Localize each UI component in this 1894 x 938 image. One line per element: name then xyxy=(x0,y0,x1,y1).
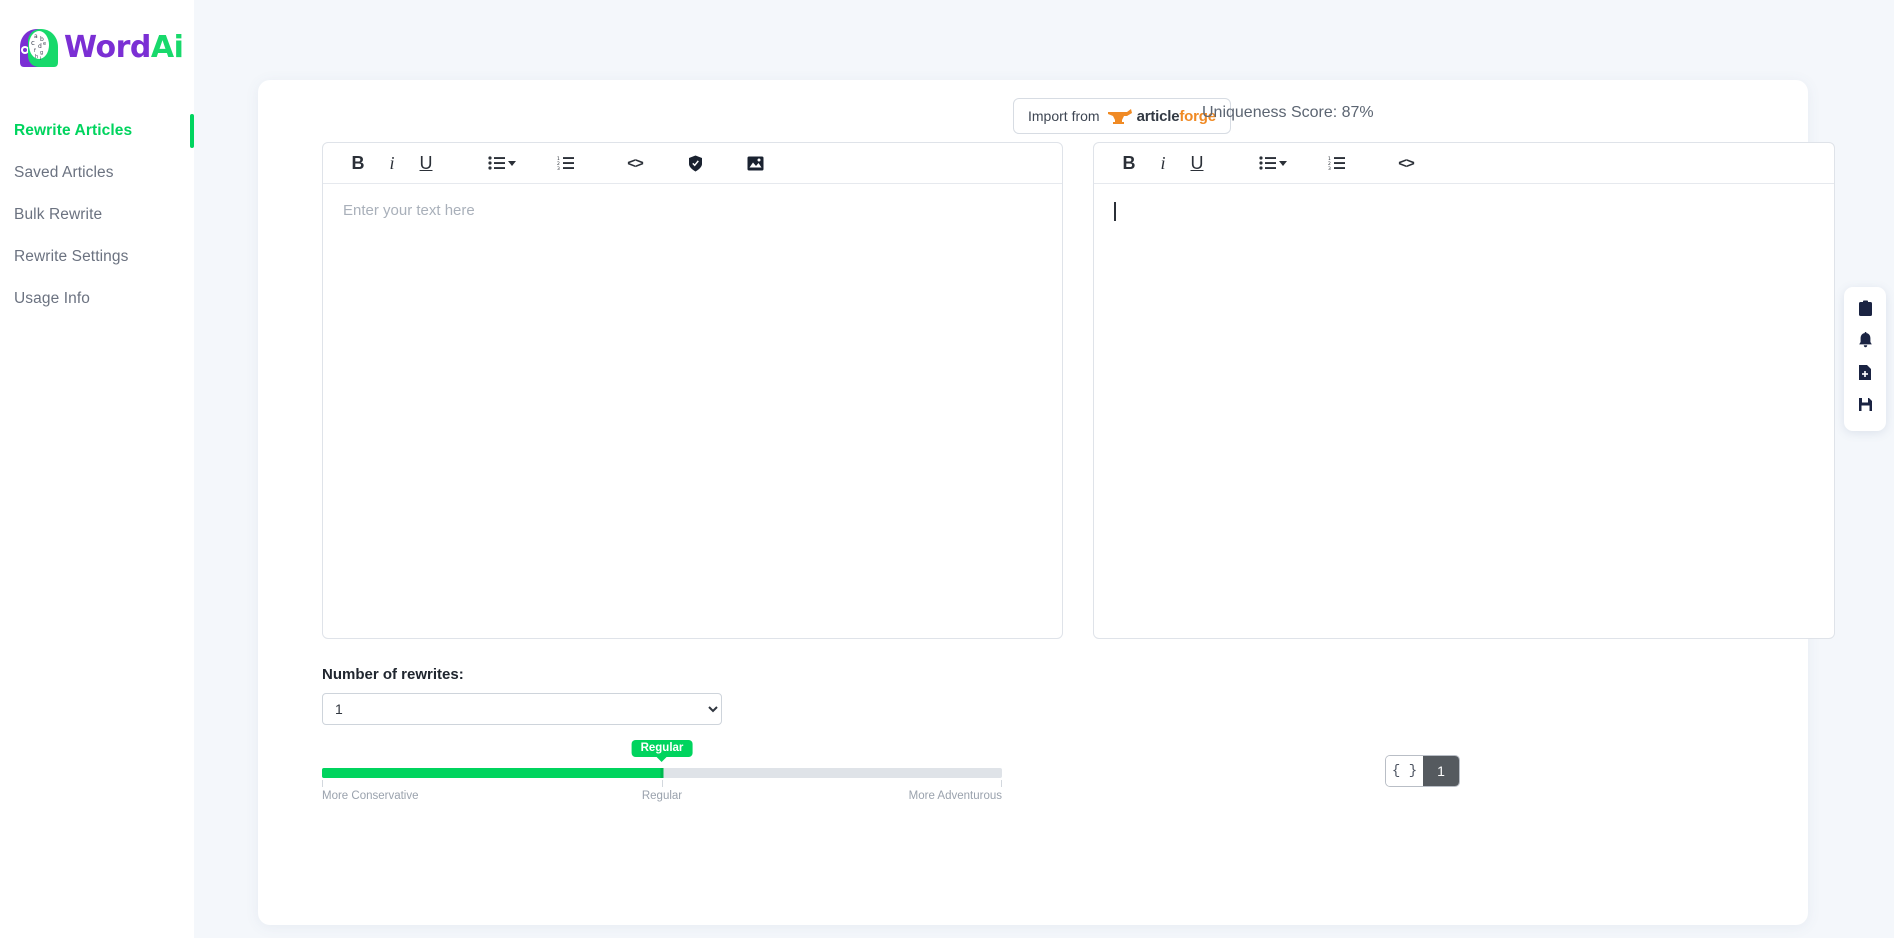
brand-ai: Ai xyxy=(150,30,184,65)
active-indicator xyxy=(190,114,194,148)
slider-tick xyxy=(662,780,663,787)
number-of-rewrites-label: Number of rewrites: xyxy=(322,666,464,683)
notifications-button[interactable] xyxy=(1844,327,1886,359)
numbered-list-icon[interactable]: 1 2 3 xyxy=(1319,148,1353,178)
sidebar-item-saved-articles[interactable]: Saved Articles xyxy=(0,152,194,194)
slider-tick xyxy=(1001,780,1002,787)
slider-tick xyxy=(322,780,323,787)
underline-icon[interactable]: U xyxy=(409,148,443,178)
chevron-down-icon[interactable] xyxy=(1279,160,1287,166)
chevron-down-icon[interactable] xyxy=(508,160,516,166)
sidebar-item-label: Usage Info xyxy=(14,290,90,307)
svg-text:e: e xyxy=(43,41,46,47)
save-icon xyxy=(1858,397,1873,417)
brand-logo[interactable]: a b c d e f g h i WordAi xyxy=(0,0,194,74)
panel-header: Import from articleforge Uniqueness Scor… xyxy=(258,98,1808,140)
svg-text:c: c xyxy=(31,39,35,47)
bold-icon[interactable]: B xyxy=(1112,148,1146,178)
sidebar-nav: Rewrite Articles Saved Articles Bulk Rew… xyxy=(0,110,194,320)
pager-page-1-button[interactable]: 1 xyxy=(1423,756,1459,786)
svg-text:d: d xyxy=(38,43,42,50)
sidebar-item-rewrite-articles[interactable]: Rewrite Articles xyxy=(0,110,194,152)
brand-wordmark: WordAi xyxy=(64,30,184,65)
output-editor: B i U 1 2 3 <> xyxy=(1093,142,1835,639)
svg-text:i: i xyxy=(40,56,41,62)
slider-label-left: More Conservative xyxy=(322,790,419,802)
slider-track[interactable] xyxy=(322,768,1002,778)
code-icon[interactable]: <> xyxy=(1389,148,1423,178)
slider-handle[interactable] xyxy=(660,768,664,778)
wordai-head-logo-icon: a b c d e f g h i xyxy=(14,25,62,71)
articleforge-article: article xyxy=(1136,107,1180,125)
svg-text:h: h xyxy=(35,54,38,60)
number-of-rewrites-select[interactable]: 1 2 3 4 5 xyxy=(322,693,722,725)
slider-label-right: More Adventurous xyxy=(908,790,1002,802)
svg-text:3: 3 xyxy=(1328,166,1331,170)
source-editor: B i U 1 2 3 <> Enter your text here xyxy=(322,142,1063,639)
document-plus-icon xyxy=(1858,364,1872,386)
main-content: Import from articleforge Uniqueness Scor… xyxy=(194,0,1894,938)
sidebar: a b c d e f g h i WordAi Rewrite Article… xyxy=(0,0,194,938)
brand-word: Word xyxy=(64,30,151,65)
source-editor-textarea[interactable]: Enter your text here xyxy=(323,184,1062,638)
sidebar-item-label: Bulk Rewrite xyxy=(14,206,103,223)
spintax-toggle-button[interactable]: { } xyxy=(1386,756,1423,786)
sidebar-item-rewrite-settings[interactable]: Rewrite Settings xyxy=(0,236,194,278)
bold-icon[interactable]: B xyxy=(341,148,375,178)
svg-text:3: 3 xyxy=(557,166,560,170)
rewrite-panel: Import from articleforge Uniqueness Scor… xyxy=(258,80,1835,925)
save-button[interactable] xyxy=(1844,391,1886,423)
utility-rail xyxy=(1844,287,1886,431)
sidebar-item-label: Rewrite Articles xyxy=(14,122,133,139)
slider-tooltip: Regular xyxy=(631,740,693,757)
bell-icon xyxy=(1858,332,1873,354)
uniqueness-score: Uniqueness Score: 87% xyxy=(1202,104,1374,121)
output-pager: { } 1 xyxy=(1385,755,1460,787)
italic-icon[interactable]: i xyxy=(375,148,409,178)
underline-icon[interactable]: U xyxy=(1180,148,1214,178)
output-editor-toolbar: B i U 1 2 3 <> xyxy=(1094,143,1834,184)
import-label: Import from xyxy=(1028,108,1100,124)
text-cursor xyxy=(1114,202,1116,221)
sidebar-item-label: Saved Articles xyxy=(14,164,114,181)
sidebar-item-bulk-rewrite[interactable]: Bulk Rewrite xyxy=(0,194,194,236)
articleforge-logo: articleforge xyxy=(1107,107,1216,125)
output-editor-textarea[interactable] xyxy=(1094,184,1834,638)
code-icon[interactable]: <> xyxy=(618,148,652,178)
sidebar-item-usage-info[interactable]: Usage Info xyxy=(0,278,194,320)
source-editor-toolbar: B i U 1 2 3 <> xyxy=(323,143,1062,184)
shield-icon[interactable] xyxy=(678,148,712,178)
import-from-articleforge-button[interactable]: Import from articleforge xyxy=(1013,98,1231,134)
image-icon[interactable] xyxy=(738,148,772,178)
slider-fill xyxy=(322,768,662,778)
sidebar-item-label: Rewrite Settings xyxy=(14,248,129,265)
clipboard-icon xyxy=(1858,300,1873,322)
numbered-list-icon[interactable]: 1 2 3 xyxy=(548,148,582,178)
app-root: a b c d e f g h i WordAi Rewrite Article… xyxy=(0,0,1894,938)
anvil-icon xyxy=(1107,109,1132,124)
new-document-button[interactable] xyxy=(1844,359,1886,391)
source-editor-placeholder: Enter your text here xyxy=(343,202,475,219)
copy-to-clipboard-button[interactable] xyxy=(1844,295,1886,327)
italic-icon[interactable]: i xyxy=(1146,148,1180,178)
slider-label-center: Regular xyxy=(641,790,683,802)
